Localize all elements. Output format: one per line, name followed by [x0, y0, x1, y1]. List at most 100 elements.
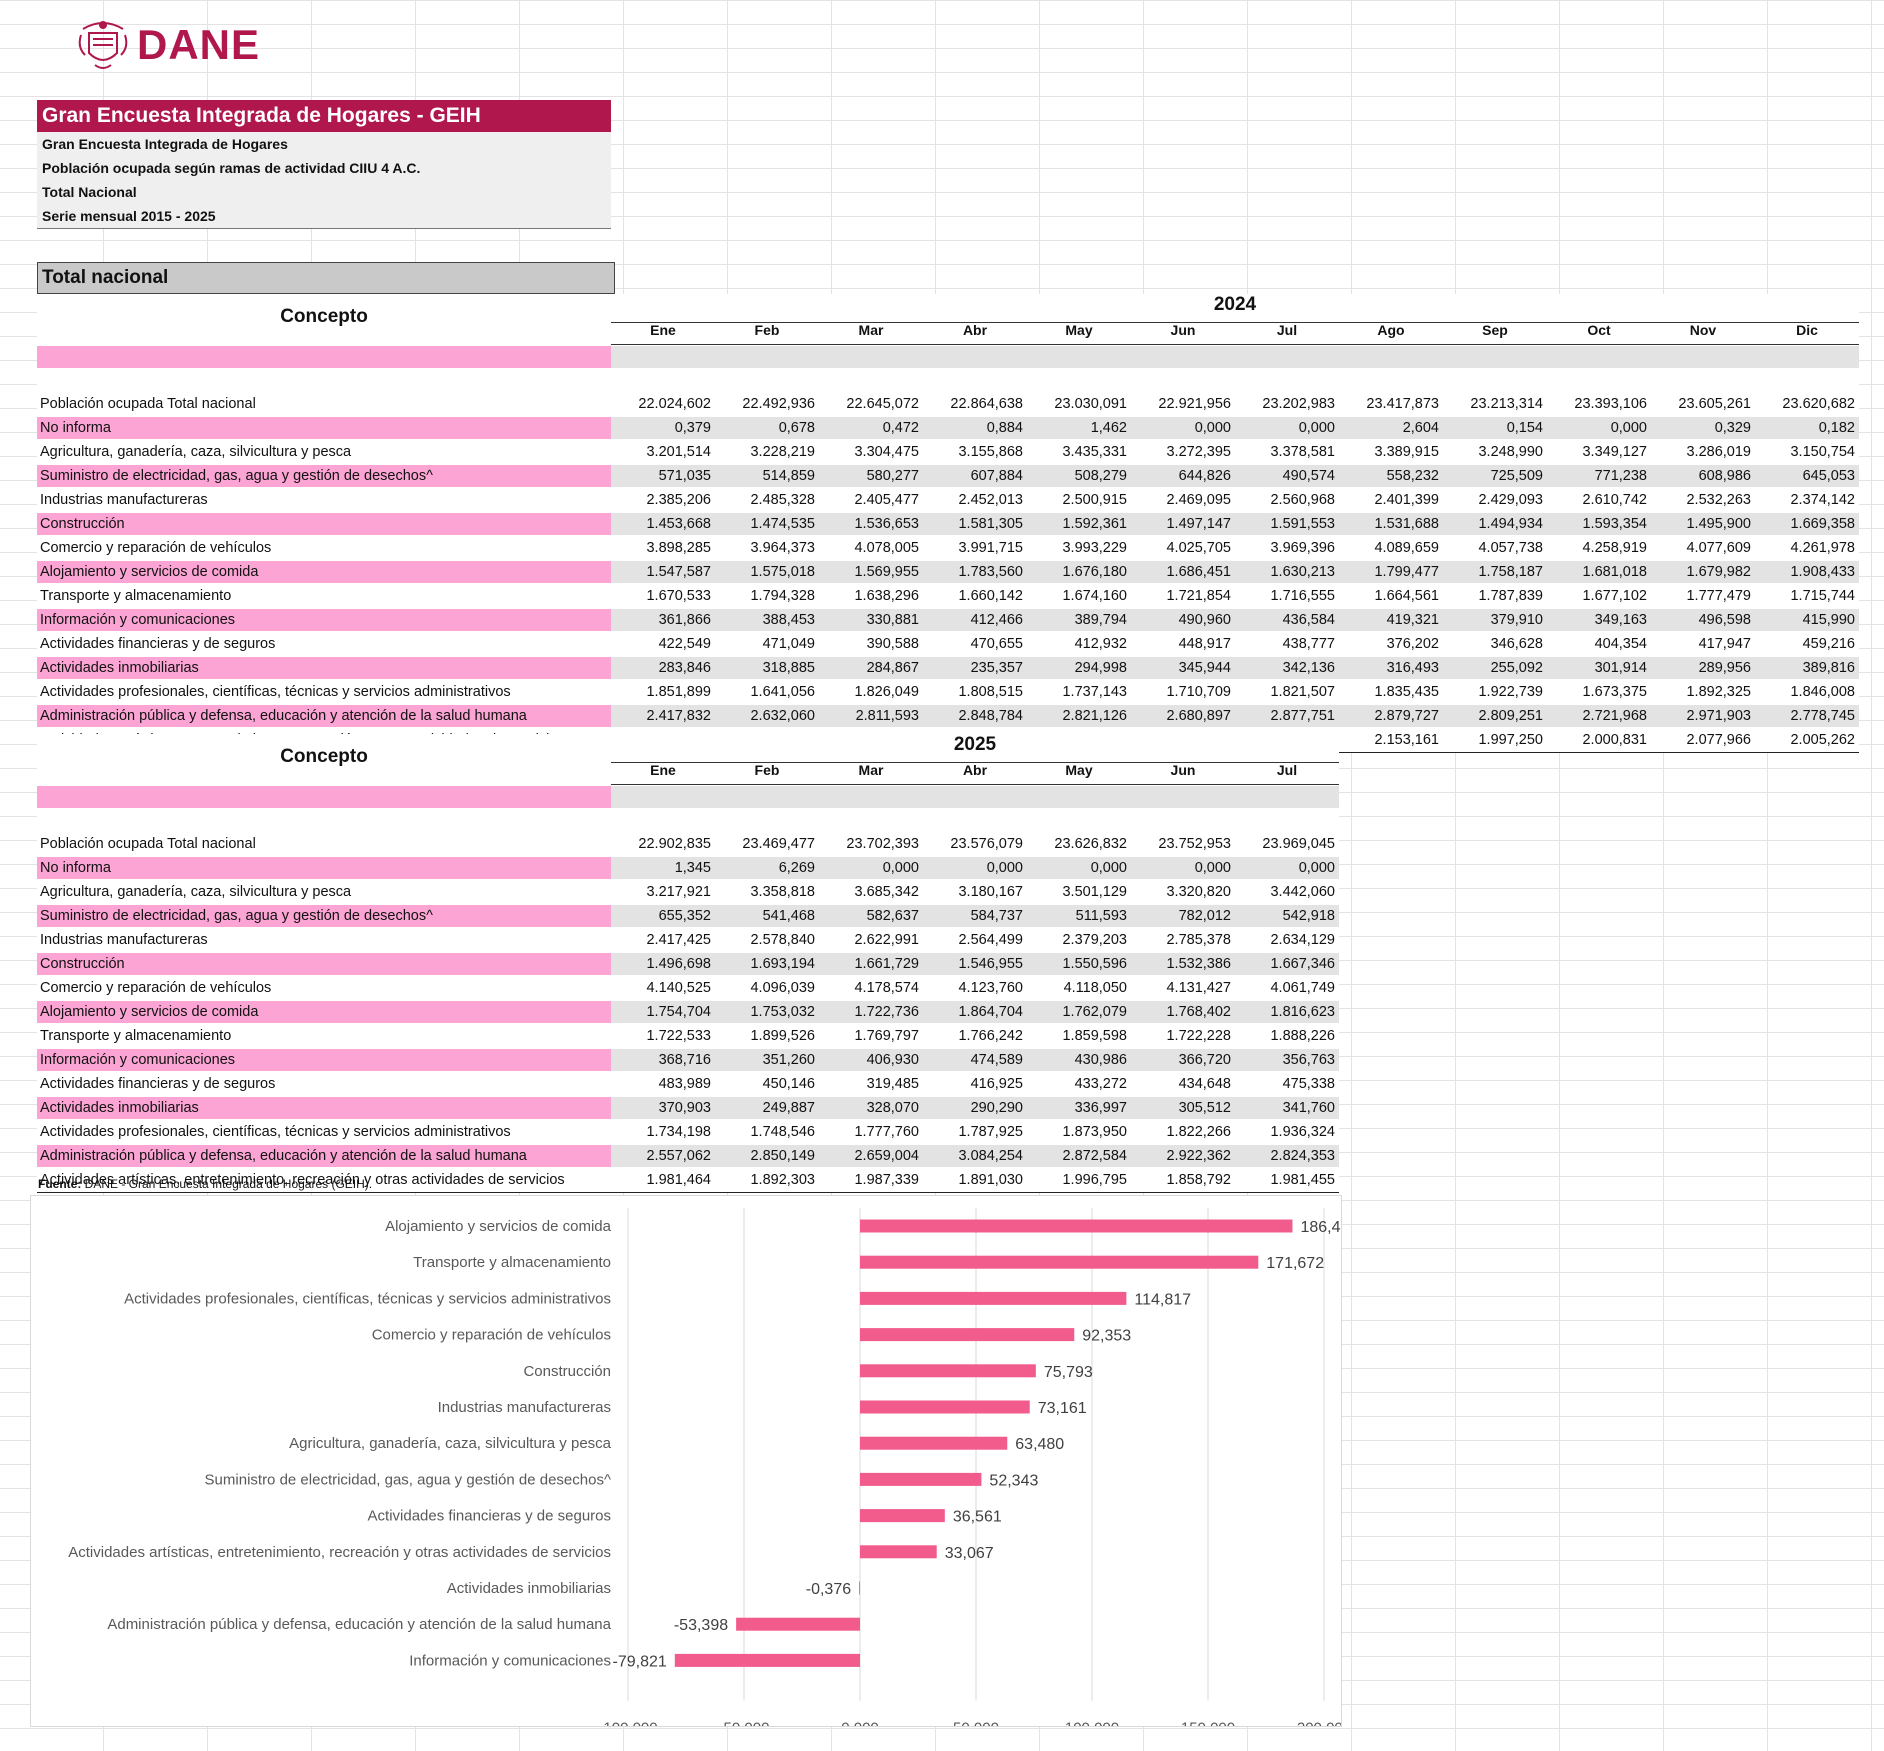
table-cell[interactable]: 318,885: [715, 657, 819, 679]
table-cell[interactable]: 3.201,514: [611, 441, 715, 463]
table-cell[interactable]: 3.389,915: [1339, 441, 1443, 463]
table-cell[interactable]: 1.667,346: [1235, 953, 1339, 975]
table-cell[interactable]: 1.899,526: [715, 1025, 819, 1047]
table-cell[interactable]: 356,763: [1235, 1049, 1339, 1071]
table-cell[interactable]: 434,648: [1131, 1073, 1235, 1095]
table-cell[interactable]: 470,655: [923, 633, 1027, 655]
table-cell[interactable]: 542,918: [1235, 905, 1339, 927]
table-cell[interactable]: 1.846,008: [1755, 681, 1859, 703]
table-cell[interactable]: 294,998: [1027, 657, 1131, 679]
table-cell[interactable]: 255,092: [1443, 657, 1547, 679]
table-cell[interactable]: 1.581,305: [923, 513, 1027, 535]
table-cell[interactable]: 23.605,261: [1651, 393, 1755, 415]
table-cell[interactable]: 2.872,584: [1027, 1145, 1131, 1167]
table-cell[interactable]: 1.686,451: [1131, 561, 1235, 583]
table-cell[interactable]: 1.593,354: [1547, 513, 1651, 535]
table-cell[interactable]: 1.669,358: [1755, 513, 1859, 535]
table-cell[interactable]: 1,345: [611, 857, 715, 879]
table-cell[interactable]: 3.150,754: [1755, 441, 1859, 463]
table-cell[interactable]: 361,866: [611, 609, 715, 631]
table-cell[interactable]: 6,269: [715, 857, 819, 879]
table-cell[interactable]: 3.435,331: [1027, 441, 1131, 463]
table-cell[interactable]: 1.826,049: [819, 681, 923, 703]
table-cell[interactable]: 2.680,897: [1131, 705, 1235, 727]
table-cell[interactable]: 2.632,060: [715, 705, 819, 727]
table-cell[interactable]: 4.123,760: [923, 977, 1027, 999]
table-cell[interactable]: 0,154: [1443, 417, 1547, 439]
table-cell[interactable]: 1.546,955: [923, 953, 1027, 975]
table-cell[interactable]: 3.304,475: [819, 441, 923, 463]
table-cell[interactable]: 2.153,161: [1339, 729, 1443, 751]
table-cell[interactable]: 305,512: [1131, 1097, 1235, 1119]
table-cell[interactable]: 496,598: [1651, 609, 1755, 631]
table-cell[interactable]: 1.592,361: [1027, 513, 1131, 535]
table-cell[interactable]: 1.892,325: [1651, 681, 1755, 703]
table-cell[interactable]: 4.078,005: [819, 537, 923, 559]
table-cell[interactable]: 23.213,314: [1443, 393, 1547, 415]
table-cell[interactable]: 390,588: [819, 633, 923, 655]
table-cell[interactable]: 345,944: [1131, 657, 1235, 679]
table-cell[interactable]: 406,930: [819, 1049, 923, 1071]
table-cell[interactable]: 1.734,198: [611, 1121, 715, 1143]
table-cell[interactable]: 1.661,729: [819, 953, 923, 975]
table-cell[interactable]: 22.024,602: [611, 393, 715, 415]
table-cell[interactable]: 1.922,739: [1443, 681, 1547, 703]
table-cell[interactable]: 1.908,433: [1755, 561, 1859, 583]
table-cell[interactable]: 23.417,873: [1339, 393, 1443, 415]
table-cell[interactable]: 1.641,056: [715, 681, 819, 703]
table-cell[interactable]: 1.873,950: [1027, 1121, 1131, 1143]
table-cell[interactable]: 2.785,378: [1131, 929, 1235, 951]
table-cell[interactable]: 1.758,187: [1443, 561, 1547, 583]
table-cell[interactable]: 346,628: [1443, 633, 1547, 655]
table-cell[interactable]: 379,910: [1443, 609, 1547, 631]
table-cell[interactable]: 22.921,956: [1131, 393, 1235, 415]
table-cell[interactable]: 1.769,797: [819, 1025, 923, 1047]
table-cell[interactable]: 4.258,919: [1547, 537, 1651, 559]
table-cell[interactable]: 2.971,903: [1651, 705, 1755, 727]
table-cell[interactable]: 2.401,399: [1339, 489, 1443, 511]
table-cell[interactable]: 319,485: [819, 1073, 923, 1095]
table-cell[interactable]: 1.453,668: [611, 513, 715, 535]
table-cell[interactable]: 1.531,688: [1339, 513, 1443, 535]
table-cell[interactable]: 415,990: [1755, 609, 1859, 631]
table-cell[interactable]: 4.061,749: [1235, 977, 1339, 999]
table-cell[interactable]: 328,070: [819, 1097, 923, 1119]
table-cell[interactable]: 644,826: [1131, 465, 1235, 487]
table-cell[interactable]: 1.821,507: [1235, 681, 1339, 703]
table-cell[interactable]: 1.716,555: [1235, 585, 1339, 607]
table-cell[interactable]: 416,925: [923, 1073, 1027, 1095]
table-cell[interactable]: 2.374,142: [1755, 489, 1859, 511]
table-cell[interactable]: 2.560,968: [1235, 489, 1339, 511]
table-cell[interactable]: 2.850,149: [715, 1145, 819, 1167]
table-cell[interactable]: 1.670,533: [611, 585, 715, 607]
table-cell[interactable]: 2.659,004: [819, 1145, 923, 1167]
table-cell[interactable]: 1.808,515: [923, 681, 1027, 703]
table-cell[interactable]: 3.993,229: [1027, 537, 1131, 559]
table-cell[interactable]: 1.996,795: [1027, 1169, 1131, 1191]
table-cell[interactable]: 1.664,561: [1339, 585, 1443, 607]
table-cell[interactable]: 1.768,402: [1131, 1001, 1235, 1023]
table-cell[interactable]: 2,604: [1339, 417, 1443, 439]
table-cell[interactable]: 2.879,727: [1339, 705, 1443, 727]
table-cell[interactable]: 1.936,324: [1235, 1121, 1339, 1143]
table-cell[interactable]: 1.816,623: [1235, 1001, 1339, 1023]
table-cell[interactable]: 23.620,682: [1755, 393, 1859, 415]
table-cell[interactable]: 1.550,596: [1027, 953, 1131, 975]
table-cell[interactable]: 2.485,328: [715, 489, 819, 511]
table-cell[interactable]: 782,012: [1131, 905, 1235, 927]
table-cell[interactable]: 2.005,262: [1755, 729, 1859, 751]
table-cell[interactable]: 1.753,032: [715, 1001, 819, 1023]
table-cell[interactable]: 1.783,560: [923, 561, 1027, 583]
table-cell[interactable]: 1.677,102: [1547, 585, 1651, 607]
table-cell[interactable]: 608,986: [1651, 465, 1755, 487]
table-cell[interactable]: 22.902,835: [611, 833, 715, 855]
table-cell[interactable]: 3.286,019: [1651, 441, 1755, 463]
table-cell[interactable]: 23.752,953: [1131, 833, 1235, 855]
table-cell[interactable]: 2.417,425: [611, 929, 715, 951]
table-cell[interactable]: 1.536,653: [819, 513, 923, 535]
table-cell[interactable]: 1.851,899: [611, 681, 715, 703]
table-cell[interactable]: 389,816: [1755, 657, 1859, 679]
table-cell[interactable]: 4.089,659: [1339, 537, 1443, 559]
table-cell[interactable]: 3.685,342: [819, 881, 923, 903]
table-cell[interactable]: 1.981,464: [611, 1169, 715, 1191]
